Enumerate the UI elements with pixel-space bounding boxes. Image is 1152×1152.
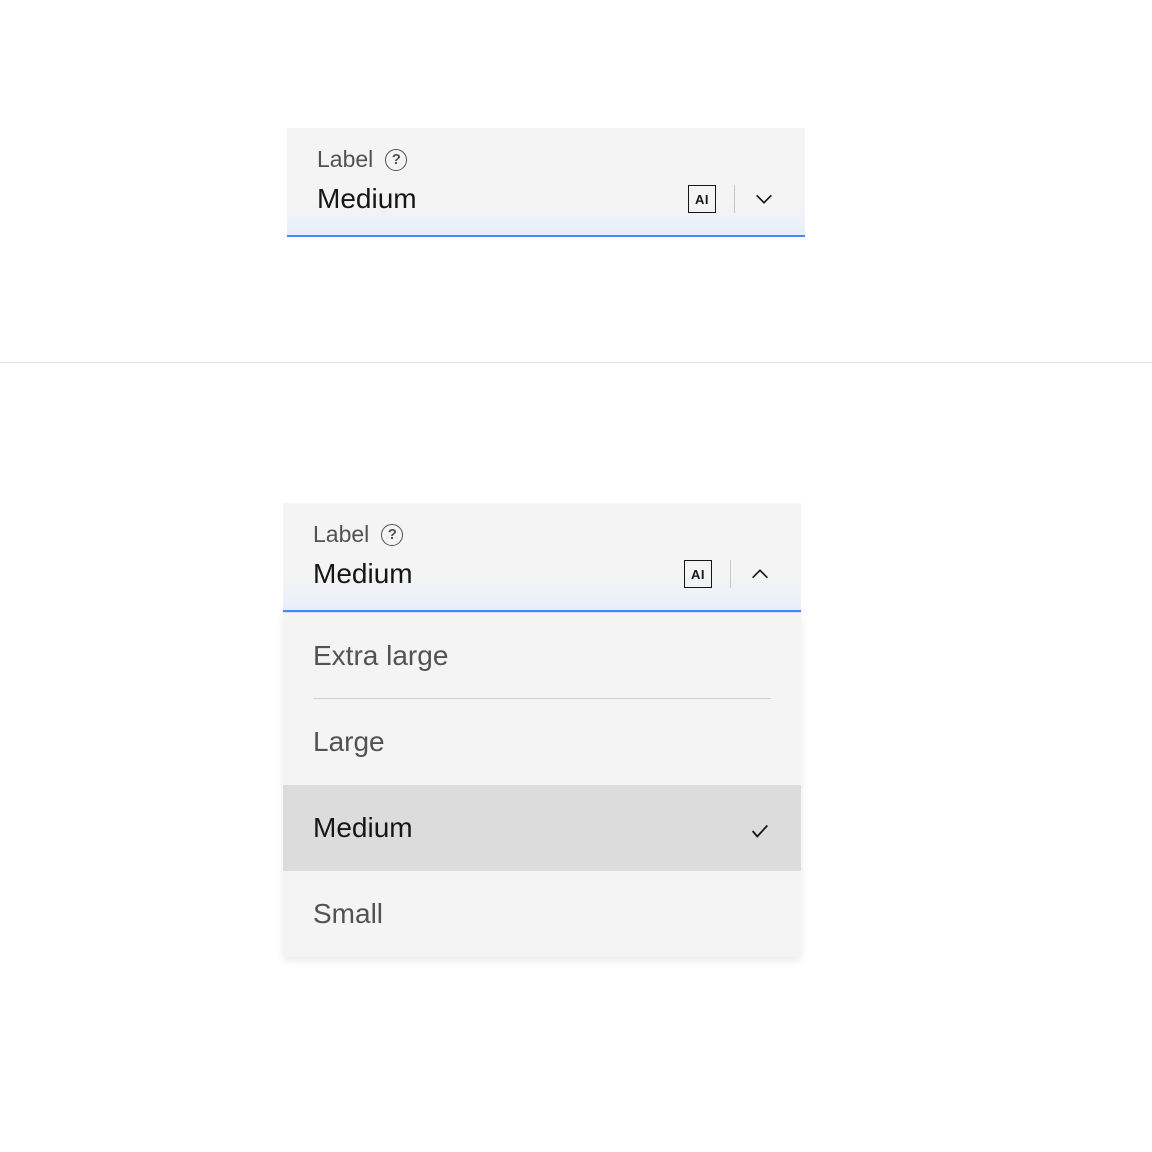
field-label: Label (313, 521, 369, 548)
value-row: Medium AI (313, 558, 771, 590)
menu-item-large[interactable]: Large (283, 699, 801, 785)
vertical-divider (734, 185, 735, 213)
selected-value: Medium (317, 183, 417, 215)
vertical-divider (730, 560, 731, 588)
help-icon[interactable]: ? (385, 149, 407, 171)
menu-item-medium[interactable]: Medium (283, 785, 801, 871)
ai-badge-icon[interactable]: AI (684, 560, 712, 588)
label-row: Label ? (317, 146, 775, 173)
check-icon (749, 817, 771, 839)
menu-item-small[interactable]: Small (283, 871, 801, 957)
menu-item-label: Large (313, 726, 385, 758)
menu-item-label: Extra large (313, 640, 448, 672)
label-row: Label ? (313, 521, 771, 548)
chevron-up-icon[interactable] (749, 563, 771, 585)
dropdown-menu: Extra large Large Medium Small (283, 612, 801, 957)
right-controls: AI (684, 560, 771, 588)
menu-item-label: Small (313, 898, 383, 930)
chevron-down-icon[interactable] (753, 188, 775, 210)
menu-item-extra-large[interactable]: Extra large (283, 613, 801, 699)
dropdown-closed[interactable]: Label ? Medium AI (287, 128, 805, 237)
right-controls: AI (688, 185, 775, 213)
value-row: Medium AI (317, 183, 775, 215)
ai-badge-icon[interactable]: AI (688, 185, 716, 213)
horizontal-divider (0, 362, 1152, 363)
help-icon[interactable]: ? (381, 524, 403, 546)
field-label: Label (317, 146, 373, 173)
dropdown-open[interactable]: Label ? Medium AI Extra large Large Medi… (283, 503, 801, 957)
dropdown-header[interactable]: Label ? Medium AI (287, 128, 805, 235)
menu-item-label: Medium (313, 812, 413, 844)
selected-value: Medium (313, 558, 413, 590)
dropdown-header[interactable]: Label ? Medium AI (283, 503, 801, 612)
